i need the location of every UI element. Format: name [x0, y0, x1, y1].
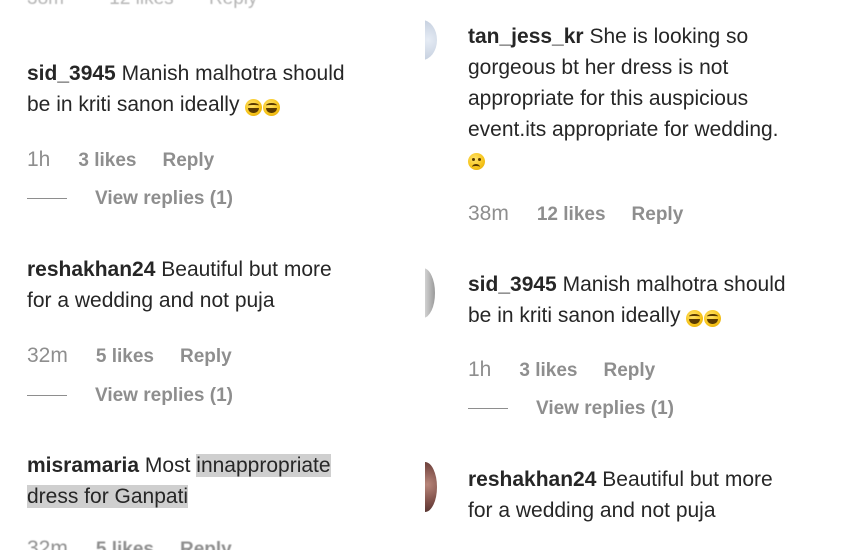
replies-divider — [27, 395, 67, 397]
comment-time: 1h — [27, 148, 51, 171]
comment-text: reshakhan24 Beautiful but more for a wed… — [468, 464, 848, 526]
left-comment-panel: 38m 12 likes Reply sid_3945 Manish malho… — [0, 0, 400, 550]
view-replies-label: View replies (1) — [95, 188, 233, 209]
grinning-squinting-face-icon — [704, 309, 722, 327]
comment-time: 38m — [468, 202, 509, 225]
comment-time: 32m — [27, 537, 68, 550]
comment-body-line: for a wedding and not puja — [468, 499, 716, 522]
view-replies-label: View replies (1) — [95, 385, 233, 406]
emoji-group — [686, 302, 722, 333]
grinning-squinting-face-icon — [263, 98, 281, 116]
comment-body-line: event.its appropriate for wedding. — [468, 118, 779, 141]
comment-text: reshakhan24 Beautiful but more for a wed… — [27, 254, 397, 316]
comment-username[interactable]: reshakhan24 — [468, 468, 596, 491]
grinning-squinting-face-icon — [686, 309, 704, 327]
comment-username[interactable]: misramaria — [27, 454, 139, 477]
replies-divider — [27, 198, 67, 200]
grinning-squinting-face-icon — [245, 98, 263, 116]
avatar[interactable] — [425, 462, 437, 512]
right-comment-panel: tan_jess_kr She is looking so gorgeous b… — [425, 0, 850, 550]
reply-button[interactable]: Reply — [209, 0, 258, 9]
comment-item: misramaria Most innappropriate dress for… — [27, 450, 397, 512]
frowning-face-icon — [468, 152, 485, 170]
comment-meta: 1h 3 likes Reply — [27, 148, 214, 172]
reply-button[interactable]: Reply — [603, 360, 655, 381]
comment-body-line: for a wedding and not puja — [27, 289, 275, 312]
view-replies-button[interactable]: View replies (1) — [468, 398, 674, 420]
comment-body-line: be in kriti sanon ideally — [468, 304, 681, 327]
comment-body-line: Beautiful but more — [161, 258, 332, 281]
cut-off-comment-meta: 38m 12 likes Reply — [27, 0, 258, 10]
comment-body-line: be in kriti sanon ideally — [27, 93, 240, 116]
comment-meta: 32m 5 likes Reply — [27, 537, 232, 550]
comment-item: tan_jess_kr She is looking so gorgeous b… — [468, 21, 848, 176]
reply-button[interactable]: Reply — [180, 346, 232, 367]
comment-username[interactable]: sid_3945 — [27, 62, 116, 85]
comment-text: sid_3945 Manish malhotra should be in kr… — [27, 58, 397, 122]
comment-body-line: She is looking so — [589, 25, 749, 48]
comment-likes[interactable]: 5 likes — [96, 346, 154, 367]
highlighted-text: innappropriate — [196, 454, 331, 477]
comment-item: sid_3945 Manish malhotra should be in kr… — [468, 269, 848, 333]
comment-body-line: Manish malhotra should — [562, 273, 786, 296]
comment-body-line: appropriate for this auspicious — [468, 87, 749, 110]
comment-time: 1h — [468, 358, 492, 381]
comment-likes[interactable]: 12 likes — [537, 204, 606, 225]
comment-username[interactable]: tan_jess_kr — [468, 25, 584, 48]
comment-likes[interactable]: 3 likes — [519, 360, 577, 381]
comment-body-line: Beautiful but more — [602, 468, 773, 491]
comment-meta: 1h 3 likes Reply — [468, 358, 655, 382]
reply-button[interactable]: Reply — [162, 150, 214, 171]
comment-likes[interactable]: 5 likes — [96, 539, 154, 550]
comment-username[interactable]: reshakhan24 — [27, 258, 155, 281]
comment-body-line: Most — [144, 454, 191, 477]
comment-likes[interactable]: 3 likes — [78, 150, 136, 171]
comment-item: reshakhan24 Beautiful but more for a wed… — [468, 464, 848, 526]
avatar[interactable] — [425, 20, 437, 60]
comment-item: reshakhan24 Beautiful but more for a wed… — [27, 254, 397, 316]
replies-divider — [468, 408, 508, 410]
view-replies-button[interactable]: View replies (1) — [27, 188, 233, 210]
comment-time: 32m — [27, 344, 68, 367]
reply-button[interactable]: Reply — [180, 539, 232, 550]
comment-body-line: Manish malhotra should — [121, 62, 345, 85]
comment-body-line: gorgeous bt her dress is not — [468, 56, 729, 79]
avatar[interactable] — [425, 268, 435, 318]
view-replies-label: View replies (1) — [536, 398, 674, 419]
highlighted-text: dress for Ganpati — [27, 485, 189, 508]
comment-meta: 32m 5 likes Reply — [27, 344, 232, 368]
emoji-group — [245, 91, 281, 122]
comment-text: tan_jess_kr She is looking so gorgeous b… — [468, 21, 848, 176]
reply-button[interactable]: Reply — [632, 204, 684, 225]
comment-likes[interactable]: 12 likes — [109, 0, 173, 9]
comment-time: 38m — [27, 0, 64, 9]
comment-meta: 38m 12 likes Reply — [468, 202, 683, 226]
view-replies-button[interactable]: View replies (1) — [27, 385, 233, 407]
comment-text: misramaria Most innappropriate dress for… — [27, 450, 397, 512]
comment-username[interactable]: sid_3945 — [468, 273, 557, 296]
comment-item: sid_3945 Manish malhotra should be in kr… — [27, 58, 397, 122]
comment-text: sid_3945 Manish malhotra should be in kr… — [468, 269, 848, 333]
